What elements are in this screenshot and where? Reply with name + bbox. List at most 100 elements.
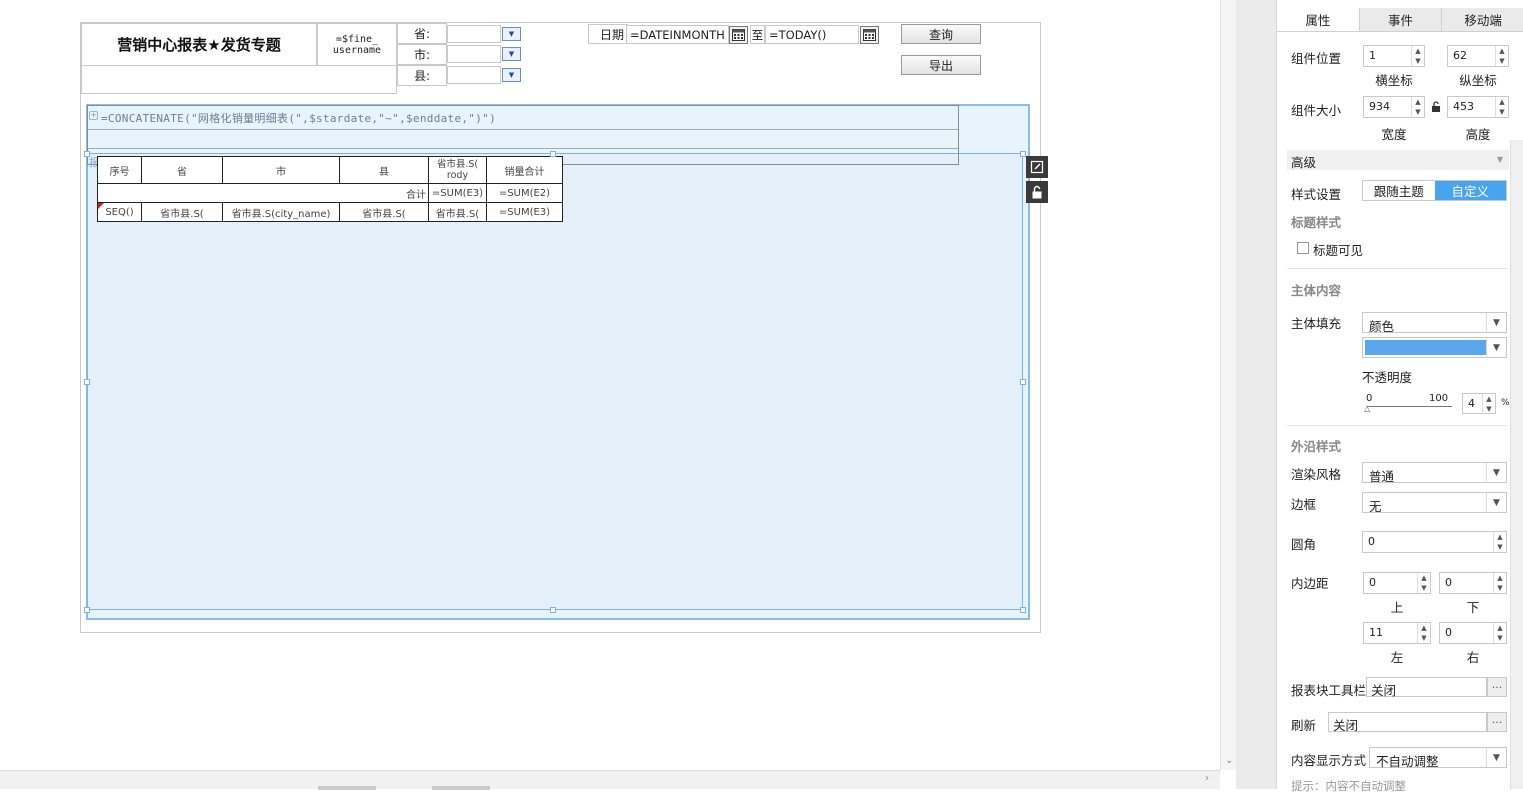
spinner-icon[interactable]: ▲ ▼: [1493, 623, 1506, 643]
chevron-down-icon[interactable]: ▼: [1486, 338, 1506, 357]
end-calendar-icon[interactable]: [860, 26, 879, 44]
spinner-icon[interactable]: ▲ ▼: [1495, 46, 1508, 66]
resize-handle-n[interactable]: [550, 151, 556, 157]
chevron-down-icon[interactable]: ▼: [1486, 313, 1506, 332]
toolbar-field[interactable]: 关闭: [1366, 677, 1487, 698]
start-date-input[interactable]: =DATEINMONTH: [626, 25, 729, 44]
data-sum-cell[interactable]: =SUM(E3): [486, 202, 563, 222]
data-region-cell[interactable]: 省市县.S(: [428, 202, 487, 222]
more-options-icon[interactable]: ···: [1487, 677, 1507, 697]
resize-handle-w[interactable]: [84, 379, 90, 385]
resize-handle-se[interactable]: [1020, 607, 1026, 613]
edit-icon[interactable]: [1026, 156, 1048, 178]
padding-left-input[interactable]: 11 ▲ ▼: [1363, 622, 1431, 644]
radius-input[interactable]: 0 ▲ ▼: [1362, 531, 1507, 553]
username-formula-cell[interactable]: =$fine_ username: [317, 23, 397, 66]
data-province-cell[interactable]: 省市县.S(: [141, 202, 223, 222]
height-input[interactable]: 453 ▲ ▼: [1447, 96, 1509, 118]
tab-events[interactable]: 事件: [1360, 8, 1443, 31]
data-county-cell[interactable]: 省市县.S(: [339, 202, 429, 222]
horizontal-scrollbar[interactable]: ›: [0, 770, 1220, 790]
pos-y-input[interactable]: 62 ▲ ▼: [1447, 45, 1509, 67]
data-city-cell[interactable]: 省市县.S(city_name): [222, 202, 340, 222]
spinner-icon[interactable]: ▲ ▼: [1417, 623, 1430, 643]
pos-x-input[interactable]: 1 ▲ ▼: [1363, 45, 1425, 67]
property-panel: 属性 事件 移动端 组件位置 1 ▲ ▼ 62 ▲ ▼ 横坐标 纵坐标 组件大小 934…: [1276, 0, 1523, 793]
resize-handle-sw[interactable]: [84, 607, 90, 613]
city-input[interactable]: [447, 45, 501, 63]
body-fill-select[interactable]: 颜色 ▼: [1362, 312, 1507, 334]
pos-y-caption: 纵坐标: [1459, 73, 1497, 88]
style-follow-theme[interactable]: 跟随主题: [1363, 181, 1435, 200]
detail-table[interactable]: 序号 省 市 县 省市县.S( rody 销量合计 合计 =SUM(E3) =S…: [97, 156, 563, 222]
total-sum-e2[interactable]: =SUM(E2): [486, 183, 563, 203]
spinner-icon[interactable]: ▲ ▼: [1482, 394, 1495, 414]
header-county[interactable]: 县: [339, 156, 429, 184]
total-label-cell[interactable]: 合计: [97, 183, 429, 203]
more-options-icon[interactable]: ···: [1487, 712, 1507, 732]
tab-properties[interactable]: 属性: [1277, 8, 1360, 31]
panel-gutter: [1236, 0, 1276, 789]
county-dropdown-icon[interactable]: ▼: [502, 68, 521, 82]
province-input[interactable]: [447, 25, 501, 43]
scroll-right-icon[interactable]: ›: [1205, 773, 1209, 784]
export-button[interactable]: 导出: [901, 55, 981, 75]
border-select[interactable]: 无 ▼: [1362, 492, 1507, 514]
start-calendar-icon[interactable]: [729, 26, 748, 44]
spinner-icon[interactable]: ▲ ▼: [1411, 97, 1424, 117]
end-date-input[interactable]: =TODAY(): [765, 25, 859, 44]
chevron-down-icon[interactable]: ▼: [1486, 493, 1506, 512]
style-toggle[interactable]: 跟随主题 自定义: [1362, 180, 1507, 201]
expand-icon[interactable]: +: [89, 111, 98, 120]
bottom-tab[interactable]: [432, 786, 490, 790]
padding-bottom-caption: 下: [1466, 600, 1480, 615]
scroll-down-icon[interactable]: ⌄: [1225, 755, 1233, 766]
panel-scrollbar[interactable]: [1510, 140, 1523, 789]
padding-bottom-input[interactable]: 0 ▲ ▼: [1439, 572, 1507, 594]
tab-mobile[interactable]: 移动端: [1442, 8, 1523, 31]
resize-handle-nw[interactable]: [84, 151, 90, 157]
design-canvas[interactable]: 营销中心报表★发货专题 =$fine_ username 省: ▼ 市: ▼ 县…: [0, 0, 1220, 770]
resize-handle-s[interactable]: [550, 607, 556, 613]
chevron-down-icon[interactable]: ▼: [1486, 748, 1506, 767]
data-seq-cell[interactable]: SEQ(): [97, 202, 142, 222]
title-visible-checkbox[interactable]: [1297, 242, 1309, 254]
unlock-icon[interactable]: [1026, 181, 1048, 203]
spinner-icon[interactable]: ▲ ▼: [1493, 573, 1506, 593]
city-dropdown-icon[interactable]: ▼: [502, 47, 521, 61]
advanced-section-header[interactable]: 高级 ▼: [1287, 150, 1509, 170]
render-style-select[interactable]: 普通 ▼: [1362, 462, 1507, 484]
style-custom[interactable]: 自定义: [1434, 181, 1506, 200]
header-seq[interactable]: 序号: [97, 156, 142, 184]
spinner-icon[interactable]: ▲ ▼: [1495, 97, 1508, 117]
county-input[interactable]: [447, 66, 501, 84]
aspect-lock-icon[interactable]: [1431, 101, 1441, 116]
total-sum-e3[interactable]: =SUM(E3): [428, 183, 487, 203]
padding-label: 内边距: [1291, 576, 1329, 591]
report-title[interactable]: 营销中心报表★发货专题: [81, 23, 317, 66]
opacity-slider-track[interactable]: [1367, 406, 1452, 407]
opacity-input[interactable]: 4 ▲ ▼: [1462, 393, 1496, 414]
query-button[interactable]: 查询: [901, 24, 981, 44]
header-sales-total[interactable]: 销量合计: [486, 156, 563, 184]
header-city[interactable]: 市: [222, 156, 340, 184]
opacity-slider-thumb[interactable]: △: [1364, 404, 1370, 413]
vertical-scrollbar[interactable]: ⌄: [1220, 0, 1236, 770]
spinner-icon[interactable]: ▲ ▼: [1493, 532, 1506, 552]
chevron-down-icon[interactable]: ▼: [1486, 463, 1506, 482]
width-caption: 宽度: [1381, 127, 1407, 142]
fill-color-picker[interactable]: ▼: [1362, 337, 1507, 358]
province-dropdown-icon[interactable]: ▼: [502, 27, 521, 41]
collapse-arrow-icon[interactable]: ▼: [1497, 155, 1503, 164]
spinner-icon[interactable]: ▲ ▼: [1417, 573, 1430, 593]
width-input[interactable]: 934 ▲ ▼: [1363, 96, 1425, 118]
padding-right-input[interactable]: 0 ▲ ▼: [1439, 622, 1507, 644]
resize-handle-e[interactable]: [1020, 379, 1026, 385]
refresh-field[interactable]: 关闭: [1328, 712, 1487, 733]
bottom-tab[interactable]: [318, 786, 376, 790]
spinner-icon[interactable]: ▲ ▼: [1411, 46, 1424, 66]
header-region-code[interactable]: 省市县.S( rody: [428, 156, 487, 184]
padding-top-input[interactable]: 0 ▲ ▼: [1363, 572, 1431, 594]
header-province[interactable]: 省: [141, 156, 223, 184]
display-mode-select[interactable]: 不自动调整 ▼: [1369, 747, 1507, 769]
